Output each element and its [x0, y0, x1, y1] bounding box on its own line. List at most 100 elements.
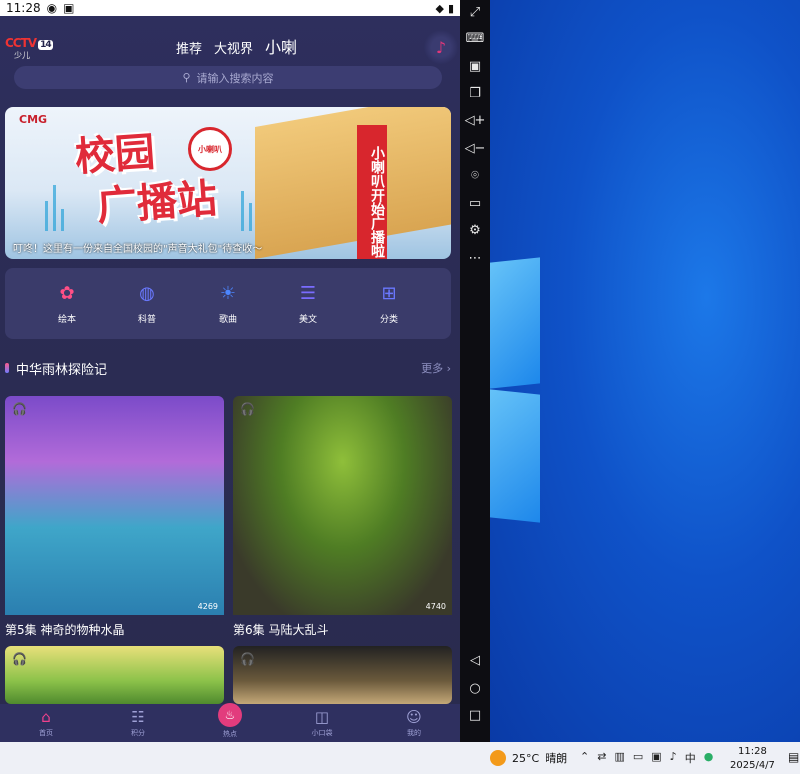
tab-home[interactable]: ⌂ 首页	[0, 704, 92, 742]
episode-card[interactable]: 🎧	[233, 646, 452, 704]
status-time: 11:28	[6, 1, 41, 15]
section-header: 中华雨林探险记 更多 ›	[5, 358, 451, 378]
multi-window-icon[interactable]: ❐	[465, 83, 485, 103]
tab-big-vision[interactable]: 大视界	[214, 38, 253, 57]
wifi-icon: ◆	[435, 1, 444, 15]
fullscreen-icon[interactable]: ⤢	[465, 2, 485, 22]
location-icon[interactable]: ⌾	[465, 165, 485, 185]
notification-icon: ▣	[63, 1, 75, 15]
home-icon: ⌂	[41, 708, 51, 726]
tulip-icon: ✿	[59, 282, 75, 304]
sun-icon	[490, 750, 506, 766]
desktop-wallpaper	[488, 0, 800, 742]
network-icon[interactable]: ▣	[651, 750, 661, 766]
music-note-icon[interactable]: ♪	[424, 30, 458, 64]
wechat-icon: ◉	[46, 1, 58, 15]
more-link[interactable]: 更多 ›	[421, 360, 451, 376]
tab-recommend[interactable]: 推荐	[176, 38, 202, 57]
play-count: 4740	[425, 602, 446, 611]
volume-up-icon[interactable]: ◁+	[465, 110, 486, 130]
bottom-tab-bar: ⌂ 首页 ☷ 积分 ♨ 热点 ◫ 小口袋 ☺ 我的	[0, 703, 460, 742]
banner-pillar-text: 小喇叭开始广播啦	[357, 125, 387, 259]
episode-thumbnail: 🎧	[5, 646, 224, 704]
nav-tabs: 推荐 大视界 小喇	[176, 34, 297, 58]
home-icon[interactable]: ○	[465, 678, 485, 698]
chevron-up-icon[interactable]: ⌃	[580, 750, 589, 766]
weather-temp: 25°C	[512, 751, 540, 765]
episode-thumbnail: 🎧 4740	[233, 396, 452, 615]
sound-wave	[241, 191, 244, 231]
banner-title: 校园	[73, 129, 157, 181]
headphones-icon: 🎧	[240, 402, 255, 416]
banner-title: 广播站	[95, 175, 219, 231]
tab-me[interactable]: ☺ 我的	[368, 704, 460, 742]
status-bar: 11:28 ◉ ▣ ◆ ▮	[0, 0, 460, 16]
windows-logo-pane	[490, 389, 540, 523]
section-title: 中华雨林探险记	[16, 362, 108, 378]
taskbar-clock[interactable]: 11:28 2025/4/7	[730, 745, 775, 773]
banner-caption: 叮咚！这里有一份来自全国校园的"声音大礼包"待查收～	[13, 244, 263, 255]
search-icon: ⚲	[182, 71, 191, 84]
category-science[interactable]: ◍ 科普	[117, 280, 177, 326]
section-marker	[5, 363, 9, 373]
episode-title: 第6集 马陆大乱斗	[233, 623, 329, 637]
more-icon[interactable]: ⋯	[465, 248, 485, 268]
tab-hot[interactable]: ♨ 热点	[184, 703, 276, 742]
search-input[interactable]: ⚲ 请输入搜索内容	[14, 66, 442, 89]
notification-center-icon[interactable]: ▤	[788, 750, 799, 764]
screenshot-icon[interactable]: ▣	[465, 56, 485, 76]
recent-apps-icon[interactable]: □	[465, 705, 485, 725]
episode-thumbnail: 🎧 4269	[5, 396, 224, 615]
flame-icon: ♨	[218, 703, 242, 727]
category-essays[interactable]: ☰ 美文	[278, 280, 338, 326]
folder-icon[interactable]: ▭	[465, 193, 485, 213]
episode-title: 第5集 神奇的物种水晶	[5, 623, 125, 637]
windows-taskbar: 25°C 晴朗 ⌃ ⇄ ▥ ▭ ▣ ♪ 中 ● 11:28 2025/4/7 ▤	[0, 742, 800, 774]
phone-screen: 11:28 ◉ ▣ ◆ ▮ CCTV 14 少儿 推荐 大视界 小喇 ♪ ⚲ 请输…	[0, 0, 460, 742]
grid-icon: ⊞	[381, 282, 397, 304]
audio-device-icon[interactable]: ▥	[614, 750, 624, 766]
network-transfer-icon[interactable]: ⇄	[597, 750, 606, 766]
volume-down-icon[interactable]: ◁−	[465, 138, 486, 158]
pocket-icon: ◫	[314, 708, 330, 726]
keyboard-icon[interactable]: ⌨	[465, 28, 485, 48]
battery-icon: ▮	[447, 1, 454, 15]
ime-indicator[interactable]: 中	[685, 750, 696, 766]
category-songs[interactable]: ☀ 歌曲	[198, 280, 258, 326]
cctv-logo-sub: 少儿	[14, 51, 30, 60]
emulator-toolbar: ⤢ ⌨ ▣ ❐ ◁+ ◁− ⌾ ▭ ⚙ ⋯ ◁ ○ □	[460, 0, 490, 742]
episode-card[interactable]: 🎧	[5, 646, 224, 704]
battery-tray-icon[interactable]: ▭	[633, 750, 643, 766]
headphones-icon: 🎧	[240, 652, 255, 666]
speaker-icon[interactable]: ♪	[670, 750, 677, 766]
document-icon: ☰	[299, 282, 317, 304]
tab-pocket[interactable]: ◫ 小口袋	[276, 704, 368, 742]
banner-brand: CMG	[19, 113, 48, 126]
episode-thumbnail: 🎧	[233, 646, 452, 704]
tab-points[interactable]: ☷ 积分	[92, 704, 184, 742]
banner-mascot: 小喇叭	[188, 127, 232, 171]
play-count: 4269	[197, 602, 218, 611]
category-all[interactable]: ⊞ 分类	[359, 280, 419, 326]
headphones-icon: 🎧	[12, 402, 27, 416]
user-icon: ☺	[406, 708, 422, 726]
app-header: CCTV 14 少儿 推荐 大视界 小喇 ♪	[0, 26, 460, 64]
category-picture-book[interactable]: ✿ 绘本	[37, 280, 97, 326]
episode-card[interactable]: 🎧 4269 第5集 神奇的物种水晶	[5, 396, 224, 638]
bulb-icon: ☀	[219, 282, 237, 304]
back-icon[interactable]: ◁	[465, 650, 485, 670]
category-bar: ✿ 绘本 ◍ 科普 ☀ 歌曲 ☰ 美文 ⊞ 分类	[5, 268, 451, 339]
sound-wave	[53, 185, 56, 231]
settings-icon[interactable]: ⚙	[465, 220, 485, 240]
wechat-tray-icon[interactable]: ●	[704, 750, 714, 766]
episode-card[interactable]: 🎧 4740 第6集 马陆大乱斗	[233, 396, 452, 638]
search-placeholder: 请输入搜索内容	[196, 71, 274, 85]
promo-banner[interactable]: CMG 小喇叭开始广播啦 校园 广播站 小喇叭 叮咚！这里有一份来自全国校园的"…	[5, 107, 451, 259]
system-tray: ⌃ ⇄ ▥ ▭ ▣ ♪ 中 ●	[580, 750, 713, 766]
weather-widget[interactable]: 25°C 晴朗	[490, 750, 567, 766]
windows-logo-pane	[490, 257, 540, 389]
tab-little-horn[interactable]: 小喇	[265, 34, 297, 58]
sound-wave	[45, 201, 48, 231]
sound-wave	[249, 203, 252, 231]
headphones-icon: 🎧	[12, 652, 27, 666]
